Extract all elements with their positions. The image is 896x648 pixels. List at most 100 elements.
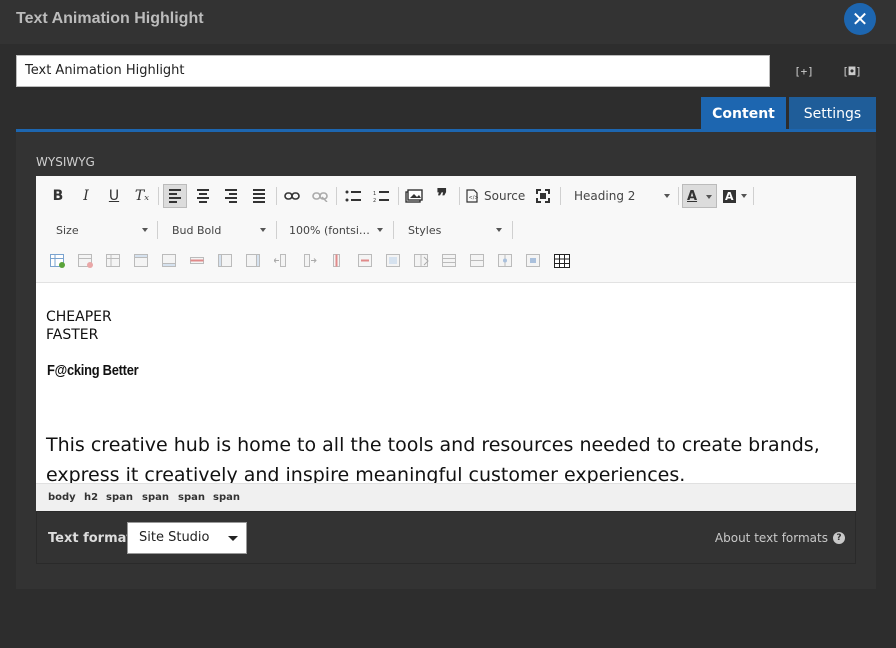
align-right-button[interactable] [219, 184, 243, 208]
toolbar-separator [276, 221, 277, 239]
font-combo-value: Bud Bold [172, 223, 222, 237]
italic-button[interactable]: I [74, 184, 98, 208]
maximize-icon [536, 189, 550, 203]
unlink-icon [312, 192, 328, 202]
align-left-button[interactable] [163, 184, 187, 208]
delete-cell-icon[interactable] [358, 254, 374, 268]
toolbar-separator [560, 187, 561, 205]
align-center-button[interactable] [191, 184, 215, 208]
path-crumb-span[interactable]: span [142, 492, 169, 503]
text-format-row: Text format Site Studio About text forma… [36, 511, 856, 564]
underline-button[interactable]: U [102, 184, 126, 208]
editor-toolbar: B I U Tₓ 12 ❞ </> Source Heading 2 A A S… [36, 176, 856, 283]
fullscreen-button[interactable]: [◘] [841, 62, 863, 80]
insert-row-after-icon[interactable] [162, 254, 178, 268]
text-color-button[interactable]: A [682, 184, 717, 208]
expand-icon: [+] [794, 64, 814, 78]
content-line-cheaper: CHEAPER [46, 309, 112, 325]
insert-column-before-icon[interactable] [218, 254, 234, 268]
table-grid-icon[interactable] [554, 254, 570, 268]
row-properties-icon[interactable] [470, 254, 486, 268]
delete-column-icon[interactable] [330, 254, 346, 268]
underline-icon: U [108, 188, 120, 204]
blockquote-button[interactable]: ❞ [430, 184, 454, 208]
chevron-down-icon [741, 194, 747, 198]
maximize-button[interactable] [531, 184, 555, 208]
zoom-combo[interactable]: 100% (fontsi… [281, 218, 389, 242]
toolbar-separator [398, 187, 399, 205]
bold-icon: B [52, 188, 64, 204]
text-format-select[interactable]: Site Studio [127, 522, 247, 554]
table-row-props-icon[interactable] [526, 254, 542, 268]
path-crumb-span[interactable]: span [178, 492, 205, 503]
svg-text:2: 2 [373, 198, 376, 202]
media-button[interactable] [402, 184, 426, 208]
tab-settings[interactable]: Settings [789, 97, 876, 130]
bulleted-list-icon [345, 190, 361, 202]
size-combo-value: Size [56, 223, 79, 237]
path-crumb-body[interactable]: body [48, 492, 76, 503]
toolbar-separator [753, 187, 754, 205]
font-combo[interactable]: Bud Bold [164, 218, 272, 242]
editor-content-area[interactable]: CHEAPER FASTER F@cking Better This creat… [36, 283, 856, 483]
path-crumb-span[interactable]: span [213, 492, 240, 503]
chevron-down-icon [664, 194, 670, 198]
chevron-down-icon [377, 228, 383, 232]
insert-row-before-icon[interactable] [134, 254, 150, 268]
path-crumb-span[interactable]: span [106, 492, 133, 503]
chevron-down-icon [496, 228, 502, 232]
insert-table-icon[interactable] [50, 254, 66, 268]
source-icon: </> [466, 189, 478, 203]
bg-color-button[interactable]: A [720, 184, 750, 208]
cell-properties-icon[interactable] [442, 254, 458, 268]
expand-button[interactable]: [+] [793, 62, 815, 80]
delete-row-icon[interactable] [190, 254, 206, 268]
tab-content[interactable]: Content [701, 97, 786, 130]
title-input[interactable]: Text Animation Highlight [16, 55, 770, 87]
about-text-formats-label: About text formats [714, 531, 828, 545]
move-column-right-icon[interactable] [302, 254, 318, 268]
text-color-icon: A [687, 188, 698, 204]
media-icon [405, 189, 423, 203]
link-button[interactable] [280, 184, 304, 208]
path-crumb-h2[interactable]: h2 [84, 492, 98, 503]
insert-column-after-icon[interactable] [246, 254, 262, 268]
close-button[interactable]: ✕ [844, 3, 876, 35]
justify-button[interactable] [247, 184, 271, 208]
chevron-down-icon [228, 536, 238, 541]
toolbar-separator [678, 187, 679, 205]
table-properties-icon[interactable] [106, 254, 122, 268]
format-combo[interactable]: Heading 2 [566, 184, 676, 208]
text-format-label: Text format [48, 531, 133, 546]
column-properties-icon[interactable] [498, 254, 514, 268]
remove-format-icon: Tₓ [134, 188, 150, 204]
italic-icon: I [83, 188, 89, 204]
about-text-formats-link[interactable]: About text formats ? [715, 531, 845, 545]
wysiwyg-label: WYSIWYG [36, 155, 95, 169]
merge-cells-icon[interactable] [386, 254, 402, 268]
move-column-left-icon[interactable] [274, 254, 290, 268]
bulleted-list-button[interactable] [341, 184, 365, 208]
split-cell-icon[interactable] [414, 254, 430, 268]
bold-button[interactable]: B [46, 184, 70, 208]
align-right-icon [225, 189, 237, 203]
svg-text:1: 1 [373, 191, 376, 197]
wysiwyg-editor: B I U Tₓ 12 ❞ </> Source Heading 2 A A S… [36, 176, 856, 511]
bg-color-icon: A [723, 189, 736, 203]
fullscreen-icon: [◘] [842, 64, 862, 78]
source-label: Source [484, 189, 526, 203]
remove-format-button[interactable]: Tₓ [130, 184, 154, 208]
styles-combo[interactable]: Styles [400, 218, 508, 242]
delete-table-icon[interactable] [78, 254, 94, 268]
unlink-button[interactable] [308, 184, 332, 208]
source-button[interactable]: </> Source [466, 184, 526, 208]
toolbar-separator [393, 221, 394, 239]
elements-path-bar: body h2 span span span span [36, 483, 856, 511]
blockquote-icon: ❞ [436, 184, 448, 208]
chevron-down-icon [706, 195, 712, 199]
toolbar-separator [276, 187, 277, 205]
size-combo[interactable]: Size [48, 218, 154, 242]
numbered-list-button[interactable]: 12 [369, 184, 393, 208]
content-paragraph: This creative hub is home to all the too… [46, 434, 820, 483]
toolbar-separator [336, 187, 337, 205]
